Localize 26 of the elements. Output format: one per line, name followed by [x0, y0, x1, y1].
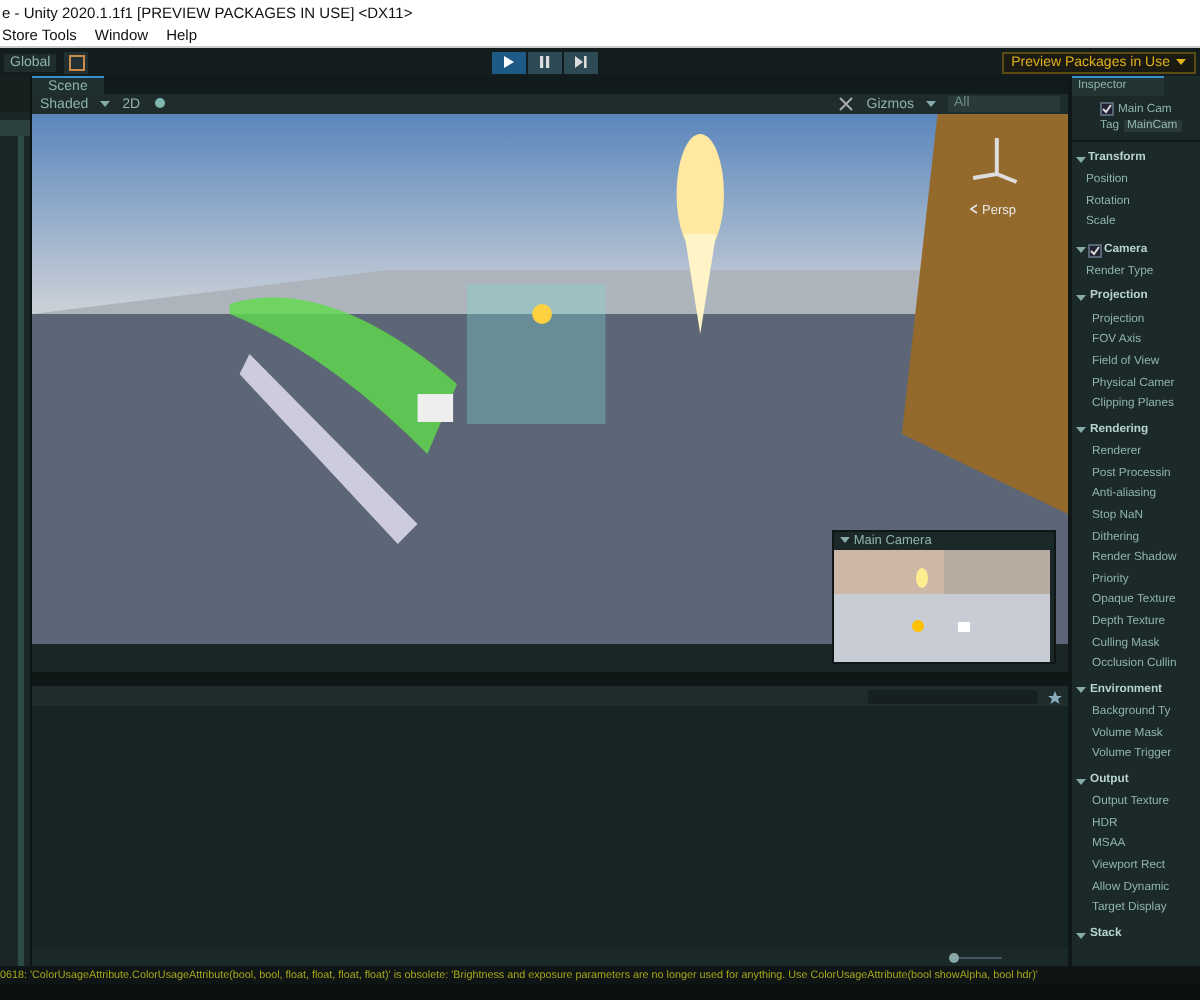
caret-icon[interactable]	[1076, 155, 1086, 163]
layout-icon[interactable]	[64, 51, 89, 73]
checkbox[interactable]	[1100, 102, 1114, 116]
caret-icon[interactable]	[1076, 294, 1086, 303]
pause-button[interactable]	[527, 51, 562, 73]
caret-icon[interactable]	[1076, 931, 1086, 940]
play-icon	[498, 52, 519, 72]
lightbulb-icon[interactable]	[152, 96, 169, 112]
step-icon	[570, 52, 591, 72]
checkbox[interactable]	[1088, 243, 1102, 258]
play-button[interactable]	[491, 51, 526, 73]
star-icon[interactable]	[1048, 689, 1062, 703]
scrollbar[interactable]	[18, 136, 24, 966]
slider-thumb[interactable]	[949, 952, 959, 962]
caret-icon[interactable]	[100, 100, 111, 108]
caret-icon[interactable]	[1076, 246, 1086, 255]
caret-icon[interactable]	[1076, 426, 1086, 435]
caret-icon[interactable]	[1076, 777, 1086, 786]
caret-icon[interactable]	[840, 536, 850, 544]
caret-icon[interactable]	[1076, 686, 1086, 695]
pause-icon	[534, 52, 555, 72]
caret-icon[interactable]	[926, 100, 936, 108]
step-button[interactable]	[563, 51, 598, 73]
tools-icon[interactable]	[838, 96, 855, 112]
zoom-slider[interactable]	[948, 951, 1008, 963]
caret-icon[interactable]	[1176, 58, 1186, 66]
